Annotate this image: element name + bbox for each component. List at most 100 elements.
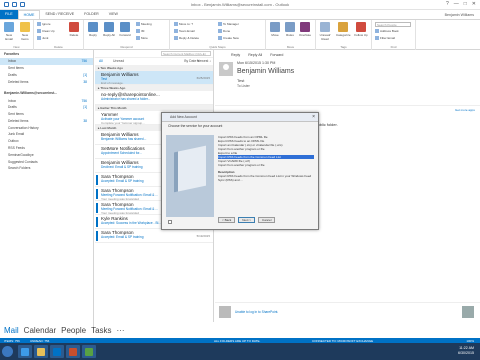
ribbon-group-respond: Reply Reply All Forward Meeting IM More … bbox=[84, 20, 170, 50]
list-item[interactable]: Sara Thompson Accepted: Email & SP train… bbox=[95, 229, 213, 243]
group-label-respond: Respond bbox=[120, 45, 133, 49]
message-subject: Administrator has shared a folder... bbox=[101, 97, 151, 101]
filter-all[interactable]: All bbox=[99, 59, 103, 63]
filter-email-button[interactable]: Filter Email bbox=[375, 36, 395, 40]
system-clock[interactable]: 11:22 AM 6/30/2015 bbox=[458, 346, 474, 356]
message-from[interactable]: Benjamin Williams bbox=[237, 68, 294, 75]
folder-outbox[interactable]: Outbox bbox=[0, 138, 93, 145]
taskbar-explorer-button[interactable] bbox=[34, 345, 48, 358]
more-button[interactable]: More bbox=[136, 36, 148, 40]
reading-forward-button[interactable]: Forward bbox=[270, 53, 283, 57]
contact-avatar[interactable] bbox=[462, 306, 474, 318]
folder-rss-feeds[interactable]: RSS Feeds bbox=[0, 145, 93, 152]
junk-button[interactable]: Junk bbox=[37, 36, 48, 40]
close-button[interactable]: ✕ bbox=[472, 1, 476, 7]
nav-calendar[interactable]: Calendar bbox=[24, 326, 56, 335]
filter-unread[interactable]: Unread bbox=[113, 59, 124, 63]
signed-in-user[interactable]: Benjamin Williams bbox=[445, 13, 480, 17]
search-people-input[interactable]: Search People bbox=[375, 22, 411, 27]
forward-button[interactable]: Forward bbox=[118, 22, 132, 37]
onenote-button[interactable]: OneNote bbox=[298, 22, 312, 37]
ie-icon bbox=[21, 347, 29, 356]
address-book-button[interactable]: Address Book bbox=[375, 29, 399, 33]
favorite-deleted-items[interactable]: Deleted Items 38 bbox=[0, 78, 93, 85]
folder-junk-email[interactable]: Junk Email bbox=[0, 131, 93, 138]
folder-suggested-contacts[interactable]: Suggested Contacts bbox=[0, 158, 93, 165]
zoom-level[interactable]: 100% bbox=[466, 339, 474, 343]
get-more-apps-link[interactable]: Get more apps bbox=[455, 108, 475, 112]
taskbar-ie-button[interactable] bbox=[18, 345, 32, 358]
new-items-button[interactable]: New Items bbox=[18, 22, 32, 41]
next-button[interactable]: Next > bbox=[238, 217, 256, 223]
qs-create-new[interactable]: Create New bbox=[218, 36, 239, 40]
dialog-checkbox[interactable] bbox=[168, 220, 172, 224]
new-email-button[interactable]: New Email bbox=[2, 22, 16, 41]
folder-drafts[interactable]: Drafts [1] bbox=[0, 104, 93, 111]
ignore-button[interactable]: Ignore bbox=[37, 22, 51, 26]
move-button[interactable]: Move bbox=[268, 22, 282, 37]
delete-button[interactable]: Delete bbox=[67, 22, 81, 37]
search-mailbox-input[interactable]: Search Current Mailbox (Ctrl+E) bbox=[161, 51, 211, 56]
tab-send-receive[interactable]: SEND / RECEIVE bbox=[40, 10, 79, 19]
tab-home[interactable]: HOME bbox=[17, 10, 41, 19]
follow-up-button[interactable]: Follow Up bbox=[354, 22, 368, 37]
start-button[interactable] bbox=[2, 346, 13, 357]
qs-to-manager[interactable]: To Manager bbox=[218, 22, 239, 26]
back-button[interactable]: < Back bbox=[218, 217, 236, 223]
favorite-drafts[interactable]: Drafts [1] bbox=[0, 72, 93, 79]
folder-inbox[interactable]: Inbox 756 bbox=[0, 97, 93, 104]
unread-read-button[interactable]: Unread/ Read bbox=[318, 22, 332, 41]
nav-tasks[interactable]: Tasks bbox=[91, 326, 111, 335]
maximize-button[interactable]: □ bbox=[464, 1, 467, 7]
list-item[interactable]: no-reply@sharepointonline... Administrat… bbox=[95, 91, 213, 105]
qs-done[interactable]: Done bbox=[218, 29, 230, 33]
nav-more[interactable]: ··· bbox=[117, 326, 125, 335]
nav-mail[interactable]: Mail bbox=[4, 326, 19, 335]
qs-team-email[interactable]: Team Email bbox=[174, 29, 195, 33]
window-title: Inbox - Benjamin.Williams@secureinstall.… bbox=[190, 2, 290, 7]
folder-deleted-items[interactable]: Deleted Items 38 bbox=[0, 117, 93, 124]
favorites-header[interactable]: Favorites bbox=[0, 50, 93, 58]
reply-all-button[interactable]: Reply All bbox=[102, 22, 116, 37]
group-label-delete: Delete bbox=[54, 45, 63, 49]
account-header[interactable]: Benjamin.Williams@secureinst... bbox=[0, 89, 93, 97]
sort-newest[interactable]: Newest ↓ bbox=[197, 59, 211, 63]
folder-search-folders[interactable]: Search Folders bbox=[0, 165, 93, 172]
tab-file[interactable]: FILE bbox=[0, 10, 18, 19]
reading-reply-button[interactable]: Reply bbox=[231, 53, 240, 57]
folder-conversation-history[interactable]: Conversation History bbox=[0, 124, 93, 131]
taskbar-app2-button[interactable] bbox=[82, 345, 96, 358]
minimize-button[interactable]: — bbox=[454, 1, 459, 7]
meeting-button[interactable]: Meeting bbox=[136, 22, 152, 26]
clean-up-button[interactable]: Clean Up bbox=[37, 29, 55, 33]
tab-view[interactable]: VIEW bbox=[104, 10, 123, 19]
undo-icon[interactable] bbox=[12, 2, 17, 7]
dialog-close-icon[interactable]: × bbox=[312, 113, 315, 122]
reading-reply-all-button[interactable]: Reply All bbox=[248, 53, 262, 57]
tab-folder[interactable]: FOLDER bbox=[79, 10, 104, 19]
list-item[interactable]: Benjamin Williams Test End of message. 6… bbox=[95, 71, 213, 85]
redo-icon[interactable] bbox=[20, 2, 25, 7]
favorite-inbox[interactable]: Inbox 756 bbox=[0, 58, 93, 65]
taskbar-outlook-button[interactable] bbox=[50, 345, 64, 358]
folder-seminargoodbye[interactable]: SeminarGoodbye bbox=[0, 151, 93, 158]
message-subject: Accepted: Email & SP training bbox=[101, 235, 144, 239]
help-button[interactable]: ? bbox=[446, 1, 449, 7]
qs-reply-delete[interactable]: Reply & Delete bbox=[174, 36, 199, 40]
option-item[interactable]: Import from another program or file bbox=[218, 163, 314, 167]
favorite-sent-items[interactable]: Sent Items bbox=[0, 65, 93, 72]
dialog-heading: Choose the service for your account bbox=[168, 124, 223, 128]
im-button[interactable]: IM bbox=[136, 29, 144, 33]
save-icon[interactable] bbox=[4, 2, 9, 7]
taskbar-app-button[interactable] bbox=[66, 345, 80, 358]
folder-sent-items[interactable]: Sent Items bbox=[0, 111, 93, 118]
categorize-button[interactable]: Categorize bbox=[336, 22, 351, 37]
cancel-button[interactable]: Cancel bbox=[258, 217, 276, 223]
nav-people[interactable]: People bbox=[61, 326, 86, 335]
reply-button[interactable]: Reply bbox=[86, 22, 100, 37]
qs-move-to[interactable]: Move to: ? bbox=[174, 22, 193, 26]
group-label-tags: Tags bbox=[340, 45, 347, 49]
app2-icon bbox=[85, 347, 93, 356]
sharepoint-notice[interactable]: Unable to log in to SharePoint. bbox=[235, 310, 278, 314]
rules-button[interactable]: Rules bbox=[283, 22, 297, 37]
